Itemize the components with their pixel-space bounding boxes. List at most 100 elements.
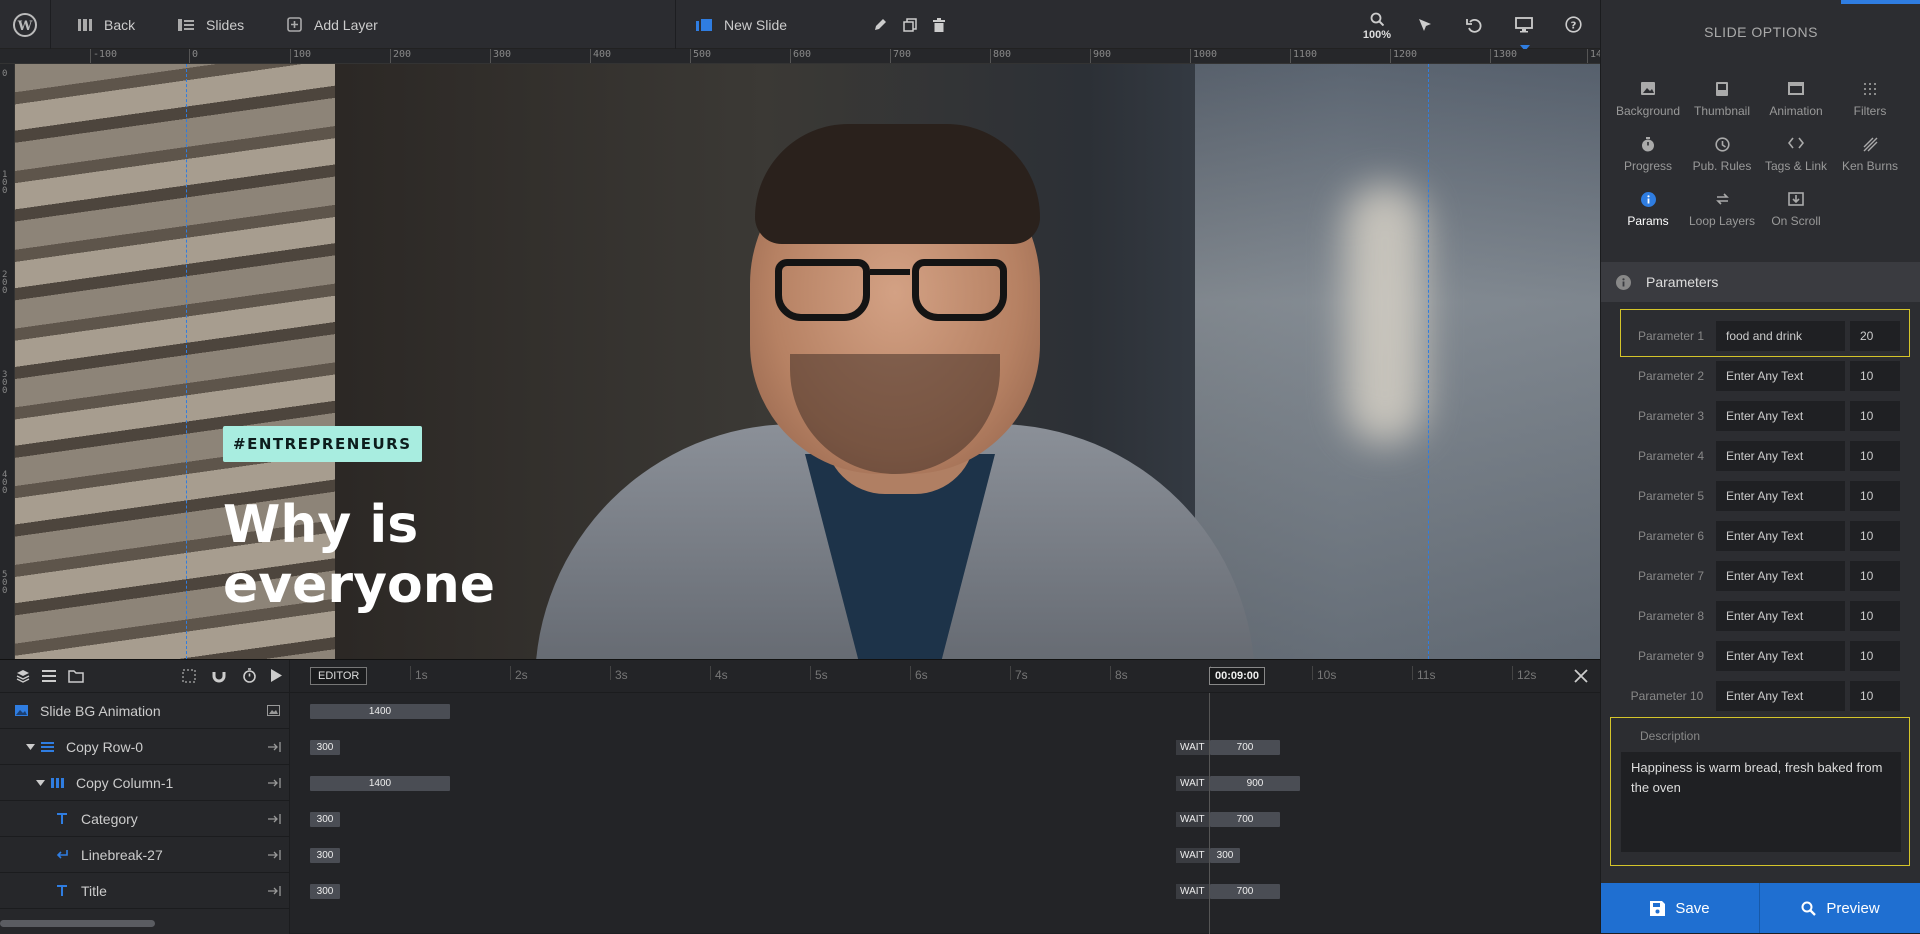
layer-row-copy-row[interactable]: Copy Row-0 [0, 729, 290, 765]
ruler-tick: 200 [2, 270, 8, 296]
parameter-2-number-input[interactable] [1850, 361, 1900, 391]
parameter-8-number-input[interactable] [1850, 601, 1900, 631]
chevron-down-icon[interactable] [26, 743, 35, 750]
option-tags-link[interactable]: Tags & Link [1759, 137, 1833, 173]
timeline-bar[interactable]: 300 [310, 884, 340, 899]
slides-button[interactable]: Slides [178, 0, 244, 49]
parameter-6-text-input[interactable] [1716, 521, 1845, 551]
duplicate-slide-button[interactable] [903, 0, 917, 49]
filters-icon [1833, 82, 1907, 98]
layer-row-copy-column[interactable]: Copy Column-1 [0, 765, 290, 801]
wait-marker[interactable]: WAIT [1176, 776, 1209, 791]
option-progress[interactable]: Progress [1611, 137, 1685, 173]
layer-name: Copy Row-0 [66, 738, 144, 755]
parameter-row-9: Parameter 9 [1601, 638, 1920, 674]
time-tick: 4s [710, 666, 728, 682]
timeline-out-bar[interactable]: 300 [1210, 848, 1240, 863]
parameter-3-number-input[interactable] [1850, 401, 1900, 431]
select-tool-button[interactable] [1417, 0, 1433, 49]
folder-icon[interactable] [68, 670, 84, 683]
wait-marker[interactable]: WAIT [1176, 848, 1209, 863]
timeline-out-bar[interactable]: 900 [1210, 776, 1300, 791]
slide-name[interactable]: New Slide [696, 0, 787, 49]
parameter-10-text-input[interactable] [1716, 681, 1845, 711]
add-layer-button[interactable]: Add Layer [287, 0, 378, 49]
save-button[interactable]: Save [1601, 883, 1759, 933]
close-icon[interactable] [1574, 669, 1588, 683]
option-label: On Scroll [1771, 214, 1821, 228]
zoom-control[interactable]: 100% [1362, 12, 1392, 41]
edit-slide-button[interactable] [873, 0, 887, 49]
timeline-out-bar[interactable]: 700 [1210, 812, 1280, 827]
parameter-4-text-input[interactable] [1716, 441, 1845, 471]
timeline-out-bar[interactable]: 700 [1210, 884, 1280, 899]
option-loop-layers[interactable]: Loop Layers [1685, 192, 1759, 228]
parameters-section-header[interactable]: Parameters [1601, 262, 1920, 302]
timeline-bar[interactable]: 300 [310, 848, 340, 863]
timeline-bar[interactable]: 1400 [310, 704, 450, 719]
layer-row-title[interactable]: Title [0, 873, 290, 909]
delete-slide-button[interactable] [933, 0, 945, 49]
play-icon[interactable] [271, 669, 282, 682]
title-layer[interactable]: Why is everyone [223, 495, 623, 615]
current-time-indicator[interactable]: 00:09:00 [1209, 667, 1266, 685]
description-textarea[interactable]: Happiness is warm bread, fresh baked fro… [1621, 752, 1901, 852]
parameter-7-text-input[interactable] [1716, 561, 1845, 591]
timeline-out-bar[interactable]: 700 [1210, 740, 1280, 755]
parameter-5-text-input[interactable] [1716, 481, 1845, 511]
parameter-3-text-input[interactable] [1716, 401, 1845, 431]
parameter-9-text-input[interactable] [1716, 641, 1845, 671]
option-background[interactable]: Background [1611, 82, 1685, 118]
slides-list-icon [178, 18, 194, 31]
chevron-down-icon[interactable] [36, 779, 45, 786]
parameter-4-number-input[interactable] [1850, 441, 1900, 471]
parameter-10-number-input[interactable] [1850, 681, 1900, 711]
ruler-tick: -100 [89, 49, 118, 63]
stopwatch-icon[interactable] [242, 668, 257, 683]
help-button[interactable]: ? [1565, 0, 1582, 49]
wait-marker[interactable]: WAIT [1176, 884, 1209, 899]
timeline-bar[interactable]: 1400 [310, 776, 450, 791]
layer-row-slide-bg[interactable]: Slide BG Animation [0, 693, 290, 729]
grid-select-icon[interactable] [182, 669, 196, 683]
option-ken-burns[interactable]: Ken Burns [1833, 137, 1907, 173]
wait-marker[interactable]: WAIT [1176, 812, 1209, 827]
parameter-2-text-input[interactable] [1716, 361, 1845, 391]
parameter-5-number-input[interactable] [1850, 481, 1900, 511]
top-toolbar: W Back Slides Add Layer New Slide 100% ? [0, 0, 1600, 51]
undo-button[interactable] [1466, 0, 1482, 49]
parameter-6-number-input[interactable] [1850, 521, 1900, 551]
option-thumbnail[interactable]: Thumbnail [1685, 82, 1759, 118]
slide-canvas[interactable]: #ENTREPRENEURS Why is everyone [15, 64, 1600, 659]
parameter-label: Parameter 2 [1637, 369, 1705, 383]
save-icon [1650, 900, 1666, 916]
parameter-8-text-input[interactable] [1716, 601, 1845, 631]
time-tick: 11s [1411, 666, 1436, 682]
timeline-horizontal-scrollbar[interactable] [0, 920, 155, 927]
timeline-bar[interactable]: 300 [310, 812, 340, 827]
device-desktop-button[interactable] [1515, 0, 1533, 51]
parameter-label: Parameter 6 [1637, 529, 1705, 543]
layer-row-category[interactable]: Category [0, 801, 290, 837]
time-tick: 3s [610, 666, 628, 682]
layer-row-linebreak[interactable]: Linebreak-27 [0, 837, 290, 873]
magnet-icon[interactable] [212, 669, 226, 683]
add-layer-icon [287, 17, 302, 32]
option-params[interactable]: Params [1611, 192, 1685, 228]
editor-mode-toggle[interactable]: EDITOR [310, 667, 368, 685]
back-button[interactable]: Back [78, 0, 135, 49]
option-animation[interactable]: Animation [1759, 82, 1833, 118]
preview-button[interactable]: Preview [1760, 883, 1920, 933]
option-pub-rules[interactable]: Pub. Rules [1685, 137, 1759, 173]
option-filters[interactable]: Filters [1833, 82, 1907, 118]
layers-icon[interactable] [16, 669, 30, 683]
wait-marker[interactable]: WAIT [1176, 740, 1209, 755]
parameter-7-number-input[interactable] [1850, 561, 1900, 591]
parameter-1-highlight [1620, 309, 1910, 357]
timeline-bar[interactable]: 300 [310, 740, 340, 755]
wordpress-logo-button[interactable]: W [12, 0, 38, 49]
parameter-9-number-input[interactable] [1850, 641, 1900, 671]
list-icon[interactable] [42, 670, 56, 682]
category-tag-layer[interactable]: #ENTREPRENEURS [223, 426, 422, 462]
option-on-scroll[interactable]: On Scroll [1759, 192, 1833, 228]
